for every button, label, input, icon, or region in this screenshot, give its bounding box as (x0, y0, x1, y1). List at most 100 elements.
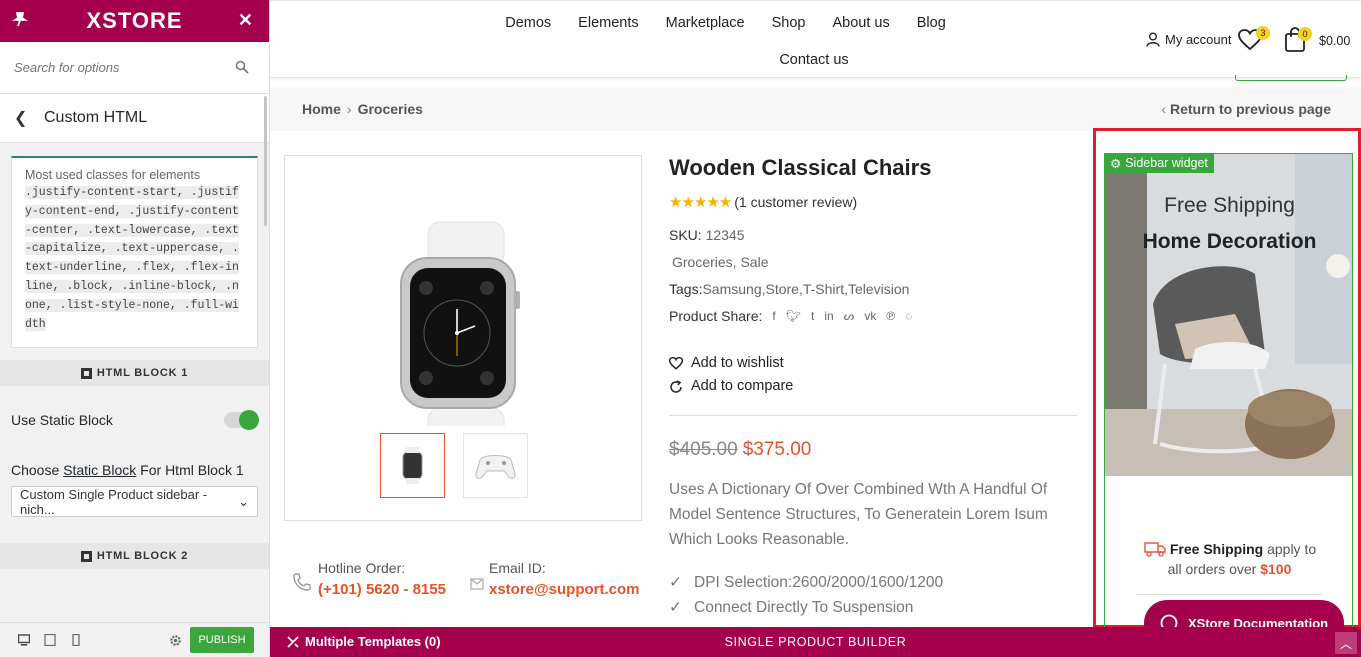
gear-icon[interactable] (169, 634, 182, 647)
nav-item-demos[interactable]: Demos (505, 15, 551, 31)
customizer-footer: PUBLISH (0, 622, 269, 657)
search-bar (0, 42, 269, 94)
customizer-header: XSTORE ✕ (0, 0, 269, 42)
product-description: Uses A Dictionary Of Over Combined Wth A… (669, 481, 1048, 548)
smartwatch-image[interactable] (285, 156, 643, 426)
choose-static-label: Choose Static Block For Html Block 1 (11, 462, 244, 478)
categories[interactable]: Groceries, Sale (672, 254, 768, 270)
nav-item-blog[interactable]: Blog (917, 15, 946, 31)
vk-icon[interactable]: vk (864, 303, 876, 330)
tumblr-icon[interactable]: t (811, 303, 814, 330)
pin-icon[interactable] (12, 11, 28, 27)
whatsapp-icon[interactable]: ◌ (905, 303, 912, 330)
review-count-link[interactable]: (1 customer review) (734, 194, 857, 210)
widget-divider (1137, 594, 1322, 595)
chevron-down-icon: ⌄ (238, 493, 249, 509)
search-icon[interactable] (235, 60, 249, 74)
product-features: ✓ DPI Selection:2600/2000/1600/1200 ✓ Conn… (669, 570, 1079, 620)
tags-label: Tags: (669, 281, 703, 297)
cart-total: $0.00 (1319, 34, 1351, 48)
delivery-truck-icon (1144, 542, 1166, 557)
nav-item-shop[interactable]: Shop (772, 15, 806, 31)
static-block-select[interactable]: Custom Single Product sidebar - nich... … (11, 486, 258, 517)
chevron-up-icon[interactable]: ︿ (1335, 632, 1357, 654)
sale-price: $375.00 (742, 439, 812, 460)
product-price: $405.00 $375.00 (669, 439, 1079, 461)
xstore-logo: XSTORE (86, 8, 183, 33)
feature-item: ✓ DPI Selection:2600/2000/1600/1200 (669, 570, 1079, 595)
sidebar-widget-tag[interactable]: ⚙ Sidebar widget (1104, 153, 1214, 173)
email-label: Email ID: (489, 560, 546, 576)
controller-thumbnail-icon (475, 455, 516, 479)
heart-icon (669, 357, 683, 370)
hotline-block: Hotline Order: (+101) 5620 - 8155 (292, 560, 446, 598)
cart-button[interactable]: 0 (1285, 27, 1312, 57)
customizer-body: Most used classes for elements .justify-… (0, 143, 269, 569)
sku-value: 12345 (705, 227, 745, 243)
section-header: ❮ Custom HTML (0, 94, 269, 143)
add-to-compare-button[interactable]: Add to compare (669, 375, 1079, 398)
breadcrumb-home[interactable]: Home (302, 101, 341, 117)
sku-label: SKU: (669, 227, 702, 243)
product-gallery (284, 155, 642, 521)
use-static-toggle[interactable] (224, 410, 259, 430)
old-price: $405.00 (669, 439, 738, 460)
scrollbar[interactable] (264, 96, 267, 226)
wishlist-count-badge: 3 (1256, 26, 1270, 40)
back-icon[interactable]: ❮ (14, 108, 28, 128)
nav-item-contact[interactable]: Contact us (270, 52, 1361, 68)
facebook-icon[interactable]: f (772, 303, 775, 330)
mail-icon (470, 578, 484, 590)
sidebar-widget-area[interactable]: ⚙ Sidebar widget Free Shipping Home Deco… (1093, 128, 1361, 628)
hotline-number[interactable]: (+101) 5620 - 8155 (318, 581, 446, 598)
search-input[interactable] (14, 60, 224, 75)
static-block-link[interactable]: Static Block (63, 462, 136, 478)
check-icon: ✓ (669, 599, 682, 616)
thumbnail-controller[interactable] (463, 433, 528, 498)
breadcrumb-current[interactable]: Groceries (358, 101, 423, 117)
product-rating: ★★★★★ (1 customer review) (669, 193, 1079, 211)
sidebar-widget: Free Shipping Home Decoration Free Shipp… (1104, 153, 1353, 628)
banner-title-1: Free Shipping (1164, 194, 1295, 217)
user-icon (1146, 32, 1160, 47)
customizer-panel: XSTORE ✕ ❮ Custom HTML Most used classes… (0, 0, 270, 657)
houzz-icon[interactable]: ᔕ (844, 303, 855, 330)
publish-button[interactable]: PUBLISH (190, 627, 254, 653)
divider (669, 415, 1077, 416)
product-info: Wooden Classical Chairs ★★★★★ (1 custome… (669, 150, 1079, 620)
return-previous-link[interactable]: ‹ Return to previous page (1161, 101, 1331, 117)
tablet-icon[interactable] (44, 634, 56, 646)
html-block-1-title: HTML BLOCK 1 (0, 360, 269, 386)
product-title: Wooden Classical Chairs (669, 155, 932, 180)
nav-item-about[interactable]: About us (832, 15, 889, 31)
add-to-wishlist-button[interactable]: Add to wishlist (669, 352, 1079, 375)
nav-item-marketplace[interactable]: Marketplace (666, 15, 745, 31)
tags[interactable]: Samsung,Store,T-Shirt,Television (702, 281, 909, 297)
header-element-outline (1235, 75, 1347, 81)
select-value: Custom Single Product sidebar - nich... (20, 486, 208, 517)
email-block: Email ID: xstore@support.com (470, 560, 639, 598)
classes-help-box: Most used classes for elements .justify-… (11, 156, 258, 348)
section-title: Custom HTML (44, 109, 148, 126)
refresh-icon (670, 379, 682, 393)
banner-title-2: Home Decoration (1142, 230, 1317, 253)
twitter-icon[interactable]: 🐦︎ (786, 303, 801, 330)
free-shipping-note: Free Shipping apply to all orders over $… (1105, 539, 1352, 579)
cart-count-badge: 0 (1298, 27, 1312, 41)
home-decoration-banner[interactable]: Free Shipping Home Decoration (1105, 154, 1352, 476)
email-address[interactable]: xstore@support.com (489, 581, 639, 598)
wishlist-button[interactable]: 3 (1238, 26, 1270, 56)
product-meta: SKU: 12345 Groceries, Sale Tags:Samsung,… (669, 222, 1079, 330)
mobile-icon[interactable] (70, 634, 82, 646)
watch-thumbnail-icon (402, 447, 423, 484)
nav-item-elements[interactable]: Elements (578, 15, 638, 31)
pinterest-icon[interactable]: ℗ (886, 303, 895, 330)
desktop-icon[interactable] (18, 634, 30, 646)
linkedin-icon[interactable]: in (824, 303, 833, 330)
close-icon[interactable]: ✕ (238, 10, 253, 31)
my-account-link[interactable]: My account (1146, 32, 1231, 47)
star-rating-icons: ★★★★★ (669, 194, 732, 211)
block-icon (80, 367, 92, 379)
builder-bottom-bar: Multiple Templates (0) SINGLE PRODUCT BU… (270, 627, 1361, 657)
thumbnail-watch[interactable] (380, 433, 445, 498)
